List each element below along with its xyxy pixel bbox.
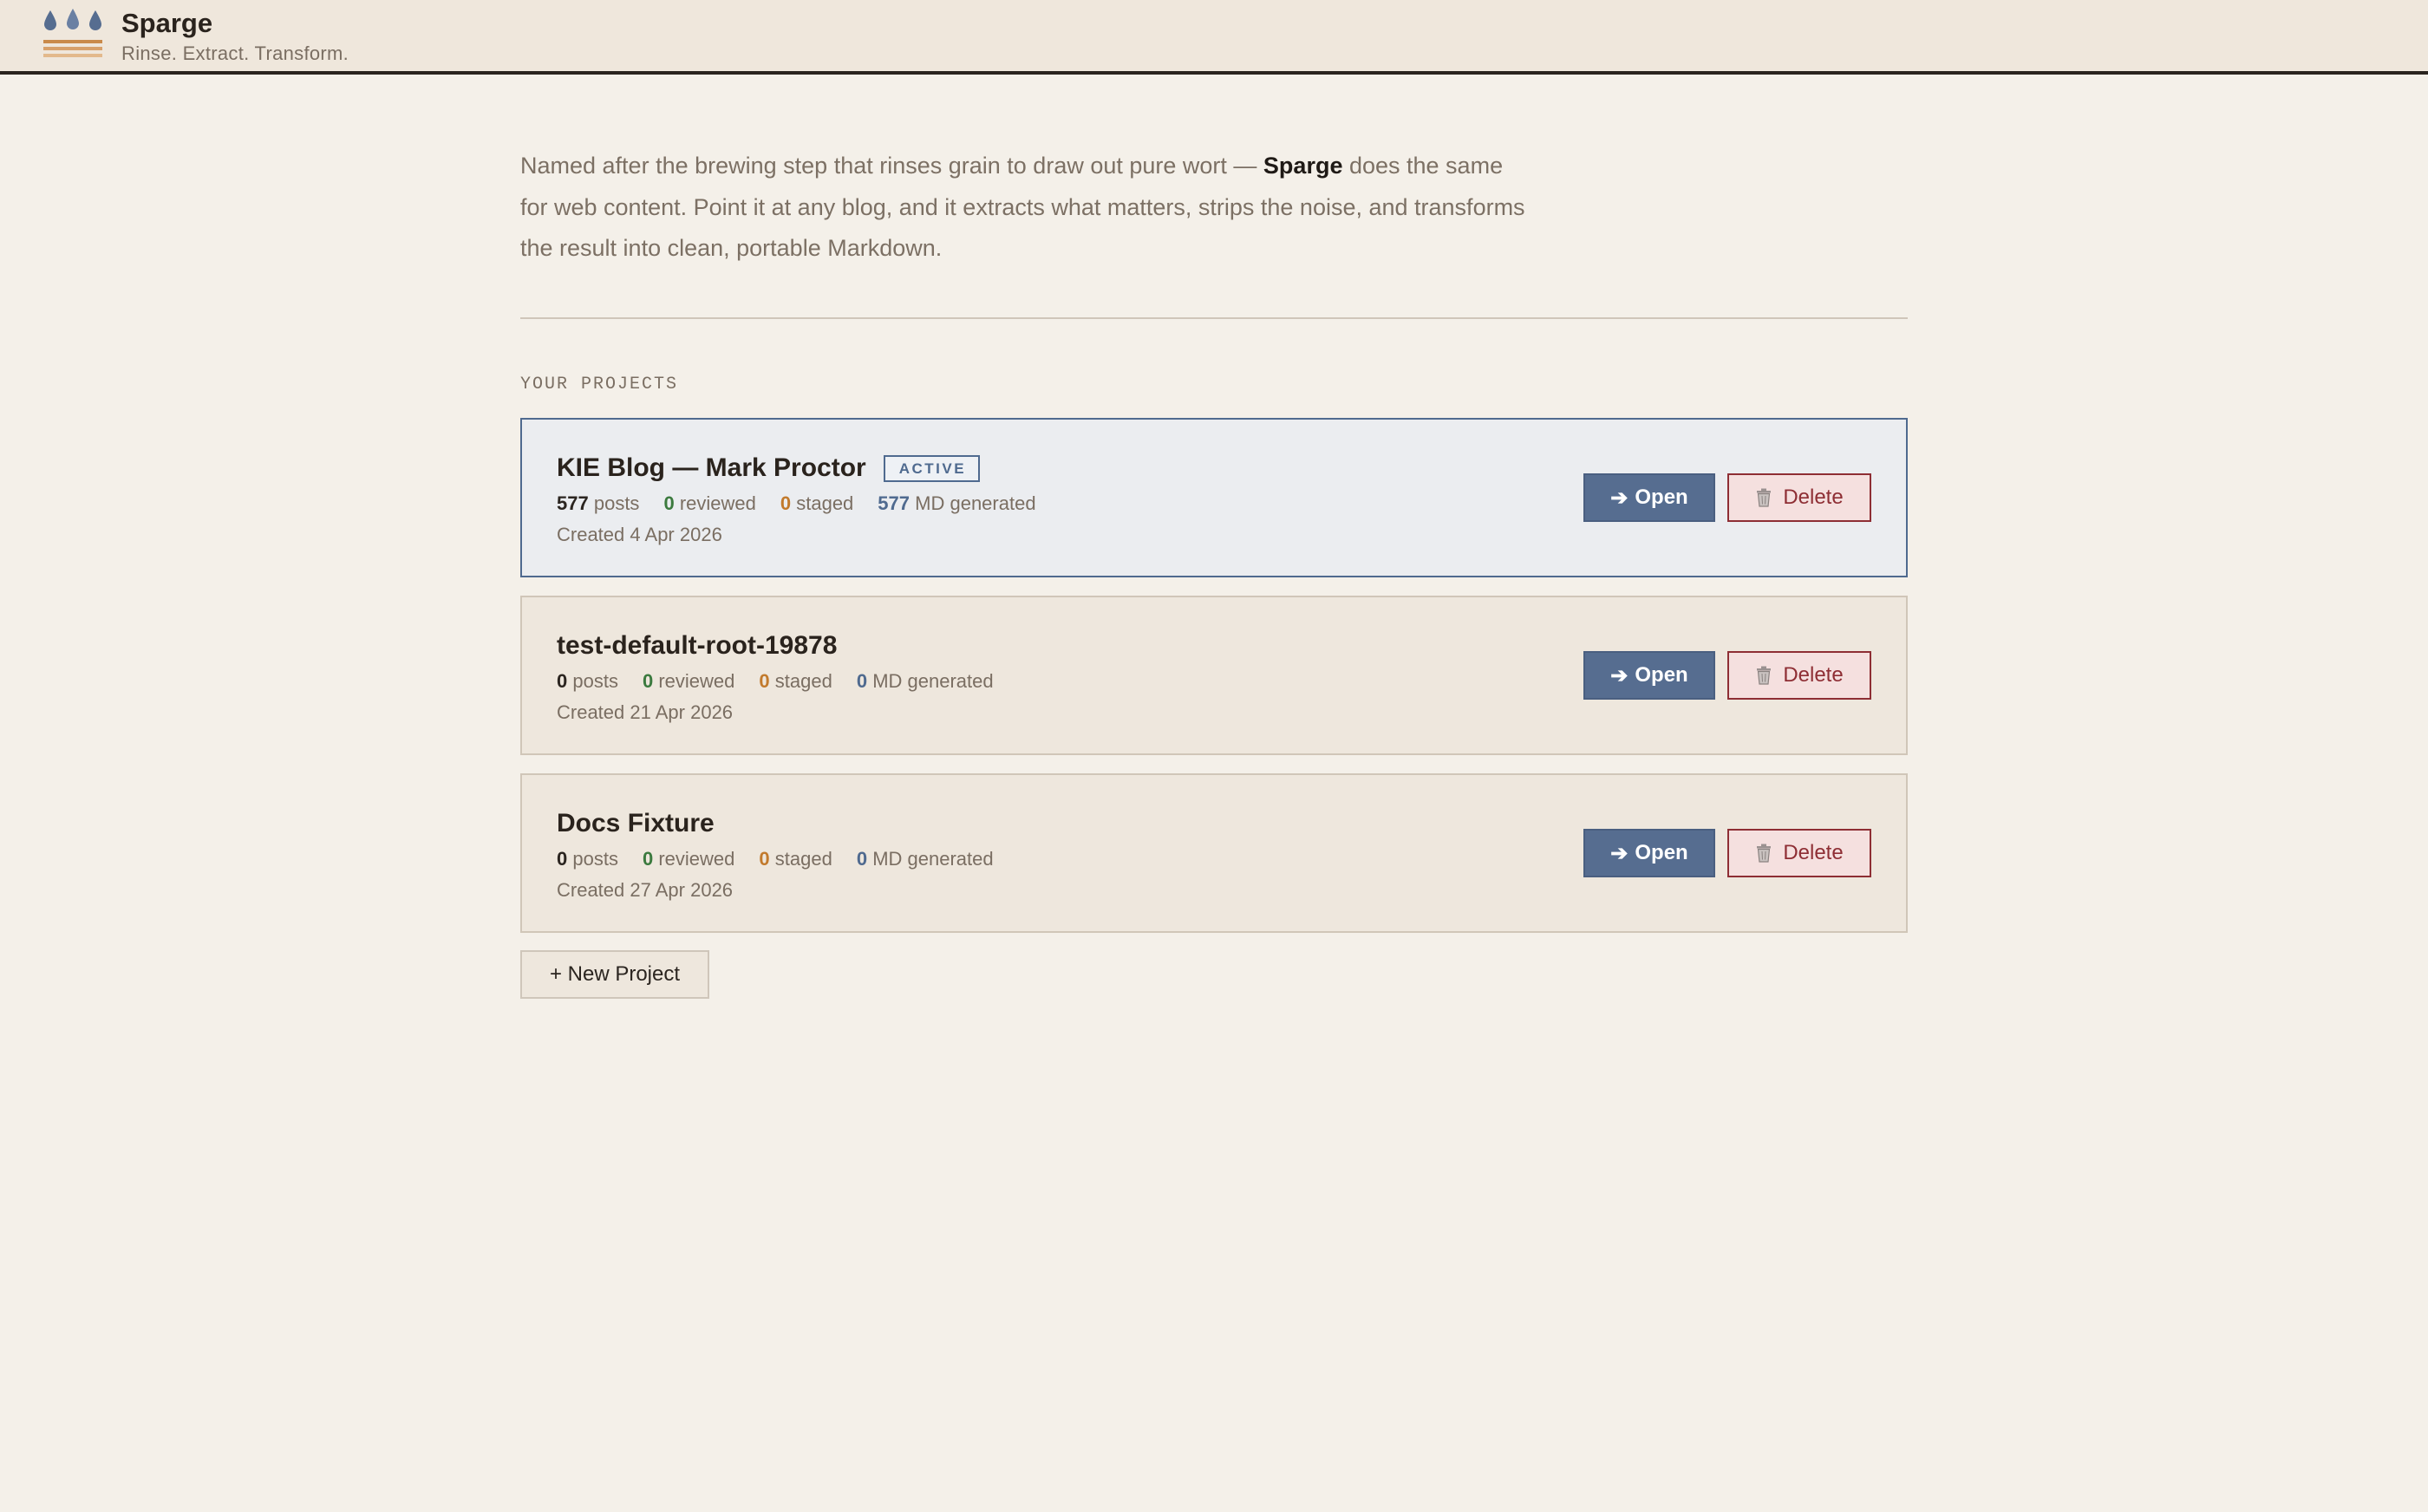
open-label: Open xyxy=(1635,663,1688,687)
md-count: 0 xyxy=(856,848,868,870)
stat-staged: 0 staged xyxy=(759,846,832,872)
delete-label: Delete xyxy=(1783,663,1844,687)
posts-count: 577 xyxy=(557,492,589,514)
posts-count: 0 xyxy=(557,670,568,692)
staged-count: 0 xyxy=(780,492,792,514)
stat-posts: 0 posts xyxy=(557,846,618,872)
md-count: 0 xyxy=(856,670,868,692)
project-title: Docs Fixture xyxy=(557,809,715,837)
open-project-button[interactable]: ➔ Open xyxy=(1583,651,1715,700)
project-title: test-default-root-19878 xyxy=(557,631,838,660)
project-stats: 577 posts 0 reviewed 0 staged 577 MD gen… xyxy=(557,491,1061,517)
project-stats: 0 posts 0 reviewed 0 staged 0 MD generat… xyxy=(557,668,1018,694)
staged-label: staged xyxy=(774,848,832,870)
posts-label: posts xyxy=(593,492,640,514)
sparge-logo-icon xyxy=(43,9,102,57)
project-title: KIE Blog — Mark Proctor xyxy=(557,453,866,482)
delete-project-button[interactable]: Delete xyxy=(1727,829,1871,877)
active-badge: ACTIVE xyxy=(883,454,981,482)
arrow-right-icon: ➔ xyxy=(1610,841,1628,865)
trash-icon xyxy=(1757,488,1772,507)
reviewed-count: 0 xyxy=(663,492,675,514)
app-header: Sparge Rinse. Extract. Transform. xyxy=(0,0,2428,75)
stat-md: 577 MD generated xyxy=(878,491,1035,517)
delete-project-button[interactable]: Delete xyxy=(1727,473,1871,522)
md-label: MD generated xyxy=(872,848,994,870)
stat-reviewed: 0 reviewed xyxy=(643,668,734,694)
md-count: 577 xyxy=(878,492,910,514)
stat-reviewed: 0 reviewed xyxy=(663,491,755,517)
divider xyxy=(520,317,1908,319)
app-title: Sparge xyxy=(121,8,213,38)
reviewed-count: 0 xyxy=(642,848,654,870)
open-project-button[interactable]: ➔ Open xyxy=(1583,829,1715,877)
md-label: MD generated xyxy=(872,670,994,692)
open-label: Open xyxy=(1635,486,1688,509)
stat-md: 0 MD generated xyxy=(857,846,994,872)
reviewed-count: 0 xyxy=(642,670,654,692)
intro-brand: Sparge xyxy=(1263,153,1343,179)
project-created-date: Created 27 Apr 2026 xyxy=(557,879,734,901)
reviewed-label: reviewed xyxy=(658,670,735,692)
project-title-row: test-default-root-19878 xyxy=(557,629,837,663)
stat-posts: 0 posts xyxy=(557,668,618,694)
project-title-row: KIE Blog — Mark Proctor ACTIVE xyxy=(557,451,981,486)
trash-icon xyxy=(1757,666,1772,685)
stat-md: 0 MD generated xyxy=(857,668,994,694)
posts-label: posts xyxy=(572,670,618,692)
new-project-button[interactable]: + New Project xyxy=(520,950,709,999)
md-label: MD generated xyxy=(915,492,1036,514)
open-label: Open xyxy=(1635,841,1688,864)
project-title-row: Docs Fixture xyxy=(557,806,715,841)
posts-label: posts xyxy=(572,848,618,870)
stat-staged: 0 staged xyxy=(759,668,832,694)
app-tagline: Rinse. Extract. Transform. xyxy=(121,42,349,64)
trash-icon xyxy=(1757,844,1772,863)
posts-count: 0 xyxy=(557,848,568,870)
project-created-date: Created 4 Apr 2026 xyxy=(557,524,722,545)
project-created-date: Created 21 Apr 2026 xyxy=(557,701,734,723)
project-card: test-default-root-19878 0 posts 0 review… xyxy=(520,596,1908,755)
reviewed-label: reviewed xyxy=(658,848,735,870)
arrow-right-icon: ➔ xyxy=(1610,486,1628,510)
project-card: KIE Blog — Mark Proctor ACTIVE 577 posts… xyxy=(520,418,1908,577)
stat-staged: 0 staged xyxy=(780,491,853,517)
intro-text-before: Named after the brewing step that rinses… xyxy=(520,153,1263,179)
arrow-right-icon: ➔ xyxy=(1610,663,1628,688)
staged-count: 0 xyxy=(759,848,770,870)
staged-label: staged xyxy=(774,670,832,692)
project-stats: 0 posts 0 reviewed 0 staged 0 MD generat… xyxy=(557,846,1018,872)
stat-reviewed: 0 reviewed xyxy=(643,846,734,872)
project-card: Docs Fixture 0 posts 0 reviewed 0 staged… xyxy=(520,773,1908,933)
delete-label: Delete xyxy=(1783,486,1844,509)
stat-posts: 577 posts xyxy=(557,491,639,517)
reviewed-label: reviewed xyxy=(679,492,756,514)
staged-count: 0 xyxy=(759,670,770,692)
section-label-projects: YOUR PROJECTS xyxy=(520,375,679,394)
delete-project-button[interactable]: Delete xyxy=(1727,651,1871,700)
delete-label: Delete xyxy=(1783,841,1844,864)
staged-label: staged xyxy=(796,492,854,514)
intro-paragraph: Named after the brewing step that rinses… xyxy=(520,146,1526,270)
open-project-button[interactable]: ➔ Open xyxy=(1583,473,1715,522)
